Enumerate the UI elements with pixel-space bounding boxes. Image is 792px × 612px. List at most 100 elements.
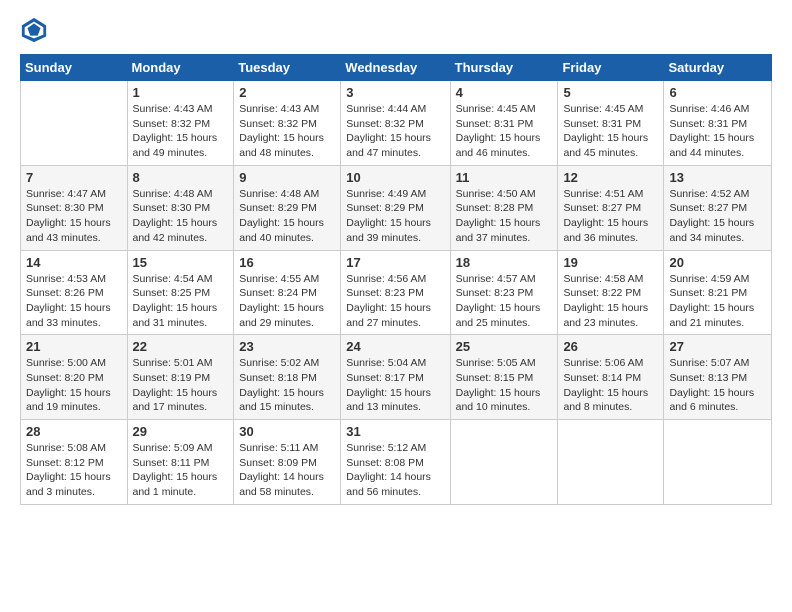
col-wednesday: Wednesday xyxy=(341,55,450,81)
col-thursday: Thursday xyxy=(450,55,558,81)
day-number: 5 xyxy=(563,85,658,100)
calendar-cell: 3 Sunrise: 4:44 AMSunset: 8:32 PMDaylight… xyxy=(341,81,450,166)
calendar-cell: 10 Sunrise: 4:49 AMSunset: 8:29 PMDayligh… xyxy=(341,165,450,250)
day-number: 15 xyxy=(133,255,229,270)
day-info: Sunrise: 4:52 AMSunset: 8:27 PMDaylight:… xyxy=(669,187,766,246)
day-info: Sunrise: 5:07 AMSunset: 8:13 PMDaylight:… xyxy=(669,356,766,415)
col-tuesday: Tuesday xyxy=(234,55,341,81)
day-info: Sunrise: 5:00 AMSunset: 8:20 PMDaylight:… xyxy=(26,356,122,415)
day-info: Sunrise: 4:54 AMSunset: 8:25 PMDaylight:… xyxy=(133,272,229,331)
day-info: Sunrise: 5:06 AMSunset: 8:14 PMDaylight:… xyxy=(563,356,658,415)
calendar-cell: 24 Sunrise: 5:04 AMSunset: 8:17 PMDayligh… xyxy=(341,335,450,420)
calendar-cell: 5Sunrise: 4:45 AMSunset: 8:31 PMDaylight… xyxy=(558,81,664,166)
day-info: Sunrise: 5:12 AMSunset: 8:08 PMDaylight:… xyxy=(346,441,444,500)
calendar-cell: 11 Sunrise: 4:50 AMSunset: 8:28 PMDayligh… xyxy=(450,165,558,250)
calendar-cell: 6Sunrise: 4:46 AMSunset: 8:31 PMDaylight… xyxy=(664,81,772,166)
day-number: 26 xyxy=(563,339,658,354)
day-number: 24 xyxy=(346,339,444,354)
day-info: Sunrise: 5:08 AMSunset: 8:12 PMDaylight:… xyxy=(26,441,122,500)
calendar-cell: 14 Sunrise: 4:53 AMSunset: 8:26 PMDayligh… xyxy=(21,250,128,335)
day-number: 11 xyxy=(456,170,553,185)
day-number: 2 xyxy=(239,85,335,100)
day-number: 19 xyxy=(563,255,658,270)
calendar-week-row-1: 1 Sunrise: 4:43 AMSunset: 8:32 PMDaylight… xyxy=(21,81,772,166)
day-info: Sunrise: 5:09 AMSunset: 8:11 PMDaylight:… xyxy=(133,441,229,500)
header xyxy=(20,16,772,44)
calendar-cell: 18Sunrise: 4:57 AMSunset: 8:23 PMDayligh… xyxy=(450,250,558,335)
calendar-week-row-3: 14 Sunrise: 4:53 AMSunset: 8:26 PMDayligh… xyxy=(21,250,772,335)
day-info: Sunrise: 5:04 AMSunset: 8:17 PMDaylight:… xyxy=(346,356,444,415)
col-monday: Monday xyxy=(127,55,234,81)
day-number: 3 xyxy=(346,85,444,100)
day-info: Sunrise: 5:11 AMSunset: 8:09 PMDaylight:… xyxy=(239,441,335,500)
day-info: Sunrise: 4:43 AMSunset: 8:32 PMDaylight:… xyxy=(133,102,229,161)
day-info: Sunrise: 5:05 AMSunset: 8:15 PMDaylight:… xyxy=(456,356,553,415)
day-info: Sunrise: 4:48 AMSunset: 8:29 PMDaylight:… xyxy=(239,187,335,246)
calendar-cell: 25Sunrise: 5:05 AMSunset: 8:15 PMDayligh… xyxy=(450,335,558,420)
calendar-cell: 1 Sunrise: 4:43 AMSunset: 8:32 PMDaylight… xyxy=(127,81,234,166)
calendar-cell: 16Sunrise: 4:55 AMSunset: 8:24 PMDayligh… xyxy=(234,250,341,335)
day-number: 21 xyxy=(26,339,122,354)
day-number: 12 xyxy=(563,170,658,185)
day-number: 31 xyxy=(346,424,444,439)
calendar-cell xyxy=(450,420,558,505)
calendar-cell: 21 Sunrise: 5:00 AMSunset: 8:20 PMDayligh… xyxy=(21,335,128,420)
day-number: 20 xyxy=(669,255,766,270)
day-info: Sunrise: 4:47 AMSunset: 8:30 PMDaylight:… xyxy=(26,187,122,246)
day-info: Sunrise: 5:02 AMSunset: 8:18 PMDaylight:… xyxy=(239,356,335,415)
day-info: Sunrise: 4:44 AMSunset: 8:32 PMDaylight:… xyxy=(346,102,444,161)
calendar-header-row: Sunday Monday Tuesday Wednesday Thursday… xyxy=(21,55,772,81)
day-info: Sunrise: 4:51 AMSunset: 8:27 PMDaylight:… xyxy=(563,187,658,246)
page: Sunday Monday Tuesday Wednesday Thursday… xyxy=(0,0,792,612)
calendar-cell: 30 Sunrise: 5:11 AMSunset: 8:09 PMDayligh… xyxy=(234,420,341,505)
day-number: 1 xyxy=(133,85,229,100)
col-sunday: Sunday xyxy=(21,55,128,81)
calendar-cell: 9 Sunrise: 4:48 AMSunset: 8:29 PMDaylight… xyxy=(234,165,341,250)
day-info: Sunrise: 4:43 AMSunset: 8:32 PMDaylight:… xyxy=(239,102,335,161)
day-info: Sunrise: 4:59 AMSunset: 8:21 PMDaylight:… xyxy=(669,272,766,331)
day-info: Sunrise: 4:53 AMSunset: 8:26 PMDaylight:… xyxy=(26,272,122,331)
day-info: Sunrise: 4:56 AMSunset: 8:23 PMDaylight:… xyxy=(346,272,444,331)
calendar-week-row-5: 28 Sunrise: 5:08 AMSunset: 8:12 PMDayligh… xyxy=(21,420,772,505)
day-number: 16 xyxy=(239,255,335,270)
day-info: Sunrise: 4:50 AMSunset: 8:28 PMDaylight:… xyxy=(456,187,553,246)
day-number: 18 xyxy=(456,255,553,270)
calendar-cell xyxy=(664,420,772,505)
logo-icon xyxy=(20,16,48,44)
calendar-cell: 4 Sunrise: 4:45 AMSunset: 8:31 PMDaylight… xyxy=(450,81,558,166)
day-number: 27 xyxy=(669,339,766,354)
day-number: 8 xyxy=(133,170,229,185)
calendar-cell: 7 Sunrise: 4:47 AMSunset: 8:30 PMDaylight… xyxy=(21,165,128,250)
day-number: 4 xyxy=(456,85,553,100)
day-info: Sunrise: 4:45 AMSunset: 8:31 PMDaylight:… xyxy=(456,102,553,161)
day-number: 17 xyxy=(346,255,444,270)
calendar-cell: 20 Sunrise: 4:59 AMSunset: 8:21 PMDayligh… xyxy=(664,250,772,335)
calendar-week-row-2: 7 Sunrise: 4:47 AMSunset: 8:30 PMDaylight… xyxy=(21,165,772,250)
day-number: 14 xyxy=(26,255,122,270)
day-number: 23 xyxy=(239,339,335,354)
calendar-cell: 12 Sunrise: 4:51 AMSunset: 8:27 PMDayligh… xyxy=(558,165,664,250)
day-number: 7 xyxy=(26,170,122,185)
day-number: 30 xyxy=(239,424,335,439)
calendar-cell: 15 Sunrise: 4:54 AMSunset: 8:25 PMDayligh… xyxy=(127,250,234,335)
day-info: Sunrise: 5:01 AMSunset: 8:19 PMDaylight:… xyxy=(133,356,229,415)
calendar-cell: 26 Sunrise: 5:06 AMSunset: 8:14 PMDayligh… xyxy=(558,335,664,420)
calendar-cell: 22 Sunrise: 5:01 AMSunset: 8:19 PMDayligh… xyxy=(127,335,234,420)
day-number: 10 xyxy=(346,170,444,185)
calendar-cell: 28 Sunrise: 5:08 AMSunset: 8:12 PMDayligh… xyxy=(21,420,128,505)
calendar-cell: 17 Sunrise: 4:56 AMSunset: 8:23 PMDayligh… xyxy=(341,250,450,335)
day-number: 22 xyxy=(133,339,229,354)
day-number: 29 xyxy=(133,424,229,439)
col-friday: Friday xyxy=(558,55,664,81)
col-saturday: Saturday xyxy=(664,55,772,81)
calendar-cell: 19Sunrise: 4:58 AMSunset: 8:22 PMDayligh… xyxy=(558,250,664,335)
calendar-cell: 8Sunrise: 4:48 AMSunset: 8:30 PMDaylight… xyxy=(127,165,234,250)
day-number: 28 xyxy=(26,424,122,439)
day-info: Sunrise: 4:49 AMSunset: 8:29 PMDaylight:… xyxy=(346,187,444,246)
calendar-cell: 29 Sunrise: 5:09 AMSunset: 8:11 PMDayligh… xyxy=(127,420,234,505)
day-info: Sunrise: 4:46 AMSunset: 8:31 PMDaylight:… xyxy=(669,102,766,161)
logo xyxy=(20,16,52,44)
calendar-cell: 27 Sunrise: 5:07 AMSunset: 8:13 PMDayligh… xyxy=(664,335,772,420)
calendar-cell xyxy=(21,81,128,166)
day-number: 9 xyxy=(239,170,335,185)
